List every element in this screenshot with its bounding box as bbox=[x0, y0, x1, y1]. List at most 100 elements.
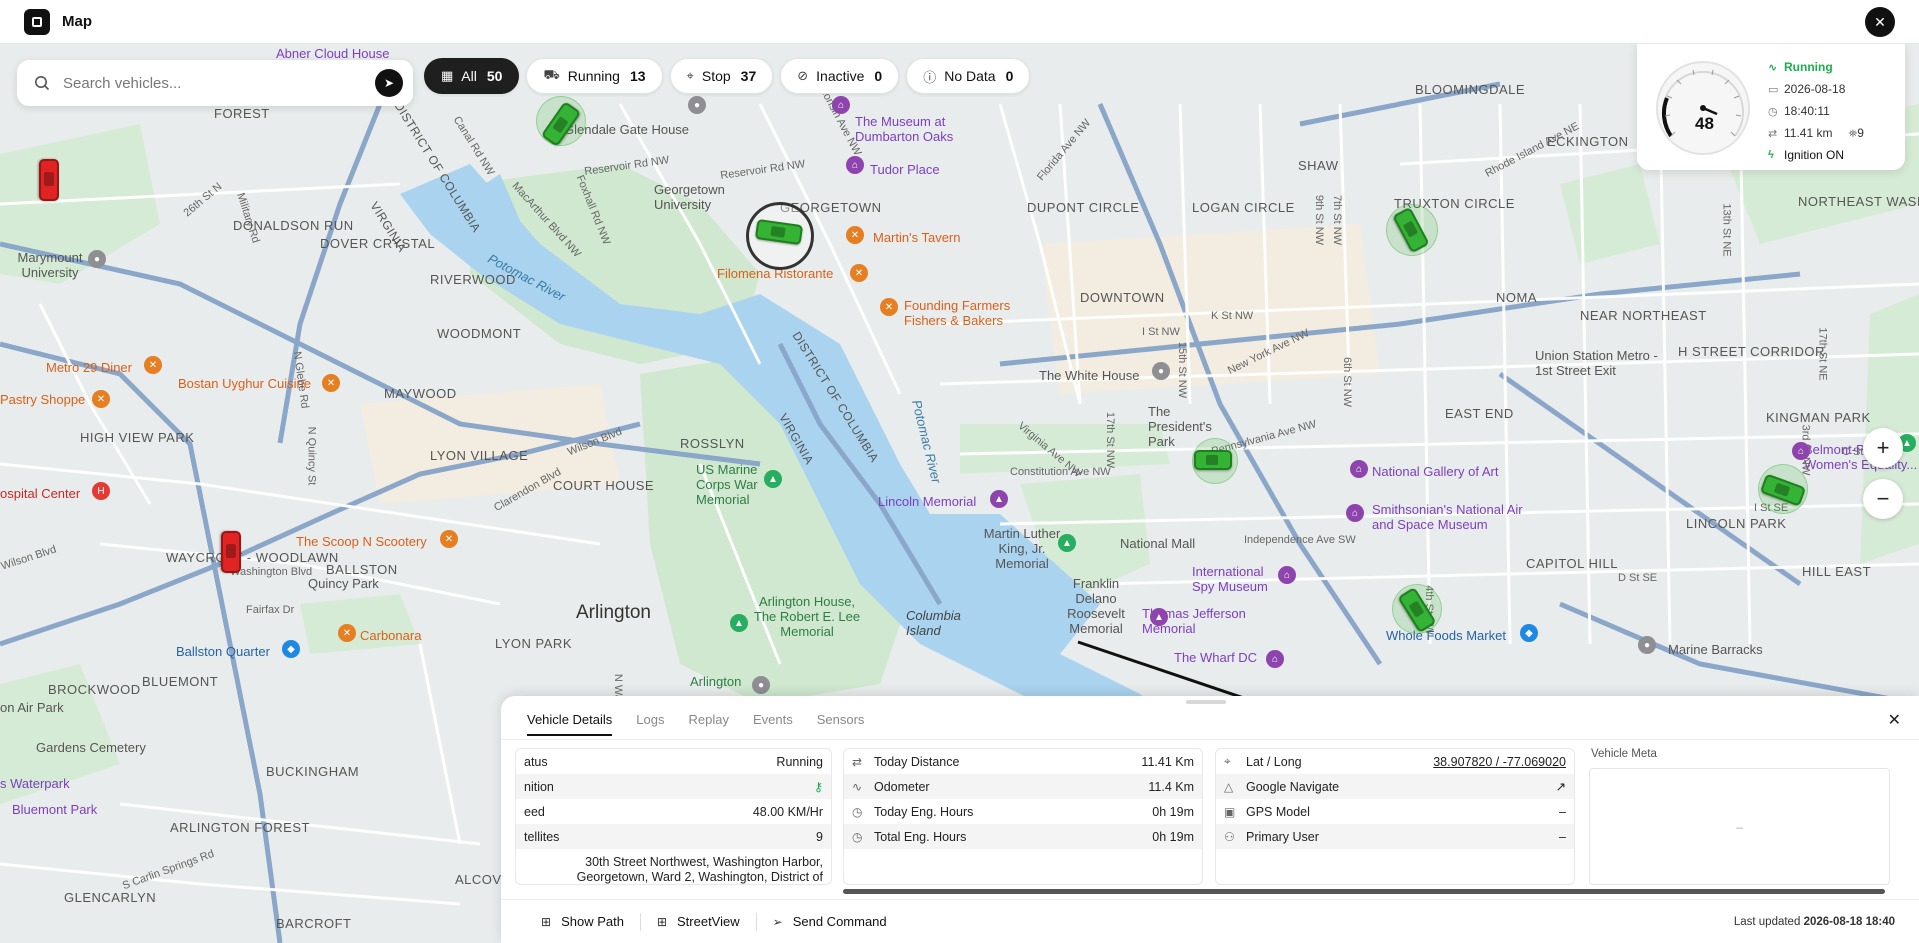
map-poi-white-house[interactable]: The White House bbox=[1039, 368, 1139, 383]
tab-events[interactable]: Events bbox=[753, 712, 793, 736]
scrollbar-thumb[interactable] bbox=[843, 889, 1885, 894]
restaurant-icon[interactable]: ✕ bbox=[440, 530, 458, 548]
search-input[interactable] bbox=[63, 74, 375, 92]
restaurant-icon[interactable]: ✕ bbox=[92, 390, 110, 408]
filter-inactive[interactable]: ⊘ Inactive 0 bbox=[780, 58, 900, 94]
street-view-button[interactable]: ⊞ StreetView bbox=[657, 914, 740, 929]
map-poi-waterpark[interactable]: s Waterpark bbox=[0, 776, 70, 791]
distance-value: 11.41 km bbox=[1784, 126, 1833, 140]
map-poi-lincoln-memorial[interactable]: Lincoln Memorial bbox=[878, 494, 976, 509]
vehicle-marker[interactable] bbox=[1194, 450, 1232, 470]
landmark-icon[interactable]: ● bbox=[752, 676, 770, 694]
vehicle-meta-title: Vehicle Meta bbox=[1591, 748, 1657, 760]
poi-pin-icon[interactable]: ● bbox=[688, 96, 706, 114]
museum-icon[interactable]: ⌂ bbox=[832, 96, 850, 114]
map-poi-quincy-park[interactable]: Quincy Park bbox=[308, 576, 379, 591]
restaurant-icon[interactable]: ✕ bbox=[880, 298, 898, 316]
tab-logs[interactable]: Logs bbox=[636, 712, 664, 736]
map-poi-hospital-center[interactable]: ospital Center bbox=[0, 486, 80, 501]
map-poi-martins-tavern[interactable]: Martin's Tavern bbox=[873, 230, 961, 245]
map-poi-national-gallery[interactable]: National Gallery of Art bbox=[1372, 464, 1498, 479]
museum-icon[interactable]: ⌂ bbox=[1266, 650, 1284, 668]
map-poi-union-station[interactable]: Union Station Metro - 1st Street Exit bbox=[1535, 348, 1665, 378]
map-poi-founding-farmers[interactable]: Founding Farmers Fishers & Bakers bbox=[904, 298, 1034, 328]
map-street-constitution: Constitution Ave NW bbox=[1010, 466, 1111, 478]
zoom-in-button[interactable]: + bbox=[1863, 428, 1903, 468]
show-path-button[interactable]: ⊞ Show Path bbox=[541, 914, 624, 929]
filter-no-data[interactable]: ⓘ No Data 0 bbox=[906, 58, 1031, 94]
vehicle-marker[interactable] bbox=[221, 531, 241, 573]
tab-sensors[interactable]: Sensors bbox=[817, 712, 865, 736]
park-icon[interactable]: ▲ bbox=[1058, 534, 1076, 552]
detail-label: atus bbox=[524, 754, 548, 769]
map-poi-scoop[interactable]: The Scoop N Scootery bbox=[296, 534, 427, 549]
museum-icon[interactable]: ⌂ bbox=[1346, 504, 1364, 522]
map-poi-wharf[interactable]: The Wharf DC bbox=[1174, 650, 1257, 665]
museum-icon[interactable]: ⌂ bbox=[1792, 442, 1810, 460]
map-poi-gardens-cemetery[interactable]: Gardens Cemetery bbox=[36, 740, 146, 755]
shopping-icon[interactable]: ◆ bbox=[1520, 624, 1538, 642]
filter-all[interactable]: ▦ All 50 bbox=[424, 58, 520, 94]
restaurant-icon[interactable]: ✕ bbox=[846, 226, 864, 244]
school-icon[interactable]: ● bbox=[88, 250, 106, 268]
zoom-out-button[interactable]: − bbox=[1863, 479, 1903, 519]
tab-replay[interactable]: Replay bbox=[688, 712, 728, 736]
map-poi-bostan[interactable]: Bostan Uyghur Cuisine bbox=[178, 376, 311, 391]
restaurant-icon[interactable]: ✕ bbox=[850, 264, 868, 282]
map-poi-smithsonian[interactable]: Smithsonian's National Air and Space Mus… bbox=[1372, 502, 1532, 532]
tab-vehicle-details[interactable]: Vehicle Details bbox=[527, 712, 613, 736]
restaurant-icon[interactable]: ✕ bbox=[338, 624, 356, 642]
map-poi-abner-cloud-house[interactable]: Abner Cloud House bbox=[276, 46, 389, 61]
map-poi-pastry-shoppe[interactable]: Pastry Shoppe bbox=[0, 392, 85, 407]
map-poi-fdr-memorial[interactable]: Franklin Delano Roosevelt Memorial bbox=[1056, 576, 1136, 636]
map-poi-bluemont-park[interactable]: Bluemont Park bbox=[12, 802, 97, 817]
landmark-icon[interactable]: ● bbox=[1152, 362, 1170, 380]
map-poi-us-marine-corps[interactable]: US Marine Corps War Memorial bbox=[696, 462, 776, 507]
send-command-button[interactable]: ➢ Send Command bbox=[773, 914, 887, 929]
map-poi-metro-29[interactable]: Metro 29 Diner bbox=[46, 360, 132, 375]
map-poi-arlington-cemetery[interactable]: Arlington bbox=[690, 674, 741, 689]
map-poi-mlk-memorial[interactable]: Martin Luther King, Jr. Memorial bbox=[972, 526, 1072, 571]
landmark-icon[interactable]: ● bbox=[1638, 636, 1656, 654]
detail-row: ⇄ Today Distance 11.41 Km bbox=[844, 749, 1202, 774]
lat-long-link[interactable]: 38.907820 / -77.069020 bbox=[1433, 755, 1566, 769]
map-poi-spy-museum[interactable]: International Spy Museum bbox=[1192, 564, 1282, 594]
filter-running[interactable]: ⛟ Running 13 bbox=[526, 58, 663, 94]
map-poi-arlington-house[interactable]: Arlington House, The Robert E. Lee Memor… bbox=[752, 594, 862, 639]
restaurant-icon[interactable]: ✕ bbox=[322, 374, 340, 392]
filter-stop[interactable]: ⌖ Stop 37 bbox=[669, 58, 774, 94]
locate-button[interactable]: ➤ bbox=[375, 69, 403, 97]
detail-row: atus Running bbox=[516, 749, 831, 774]
museum-icon[interactable]: ⌂ bbox=[1350, 460, 1368, 478]
map-poi-air-park[interactable]: on Air Park bbox=[0, 700, 64, 715]
restaurant-icon[interactable]: ✕ bbox=[144, 356, 162, 374]
map-poi-carbonara[interactable]: Carbonara bbox=[360, 628, 421, 643]
last-updated-label: Last updated bbox=[1733, 915, 1801, 928]
museum-icon[interactable]: ⌂ bbox=[1278, 566, 1296, 584]
map-label-lyon-village: LYON VILLAGE bbox=[430, 448, 529, 463]
map-label-east-end: EAST END bbox=[1445, 406, 1514, 421]
map-poi-national-mall[interactable]: National Mall bbox=[1120, 536, 1195, 551]
map-label-ballston: BALLSTON bbox=[326, 562, 398, 577]
detail-row: ⌖ Lat / Long 38.907820 / -77.069020 bbox=[1216, 749, 1574, 774]
monument-icon[interactable]: ▲ bbox=[990, 490, 1008, 508]
map-street-17th: 17th St NW bbox=[1104, 411, 1117, 469]
external-link-icon[interactable]: ↗ bbox=[1556, 779, 1566, 794]
hospital-icon[interactable]: H bbox=[92, 482, 110, 500]
park-icon[interactable]: ▲ bbox=[764, 470, 782, 488]
map-poi-georgetown-university[interactable]: Georgetown University bbox=[654, 182, 734, 212]
detail-row: nition ⚷ bbox=[516, 774, 831, 799]
panel-drag-handle[interactable] bbox=[1186, 700, 1226, 704]
map-poi-dumbarton-oaks[interactable]: The Museum at Dumbarton Oaks bbox=[855, 114, 1005, 144]
shopping-icon[interactable]: ◆ bbox=[282, 640, 300, 658]
museum-icon[interactable]: ⌂ bbox=[846, 156, 864, 174]
park-icon[interactable]: ▲ bbox=[730, 614, 748, 632]
monument-icon[interactable]: ▲ bbox=[1150, 608, 1168, 626]
close-app-button[interactable]: ✕ bbox=[1865, 7, 1895, 37]
map-poi-ballston-quarter[interactable]: Ballston Quarter bbox=[176, 644, 270, 659]
map-poi-marymount[interactable]: Marymount University bbox=[10, 250, 90, 280]
vehicle-marker[interactable] bbox=[39, 159, 59, 201]
map-poi-marine-barracks[interactable]: Marine Barracks bbox=[1668, 642, 1763, 657]
close-panel-button[interactable]: ✕ bbox=[1888, 710, 1901, 730]
map-poi-tudor-place[interactable]: Tudor Place bbox=[870, 162, 940, 177]
